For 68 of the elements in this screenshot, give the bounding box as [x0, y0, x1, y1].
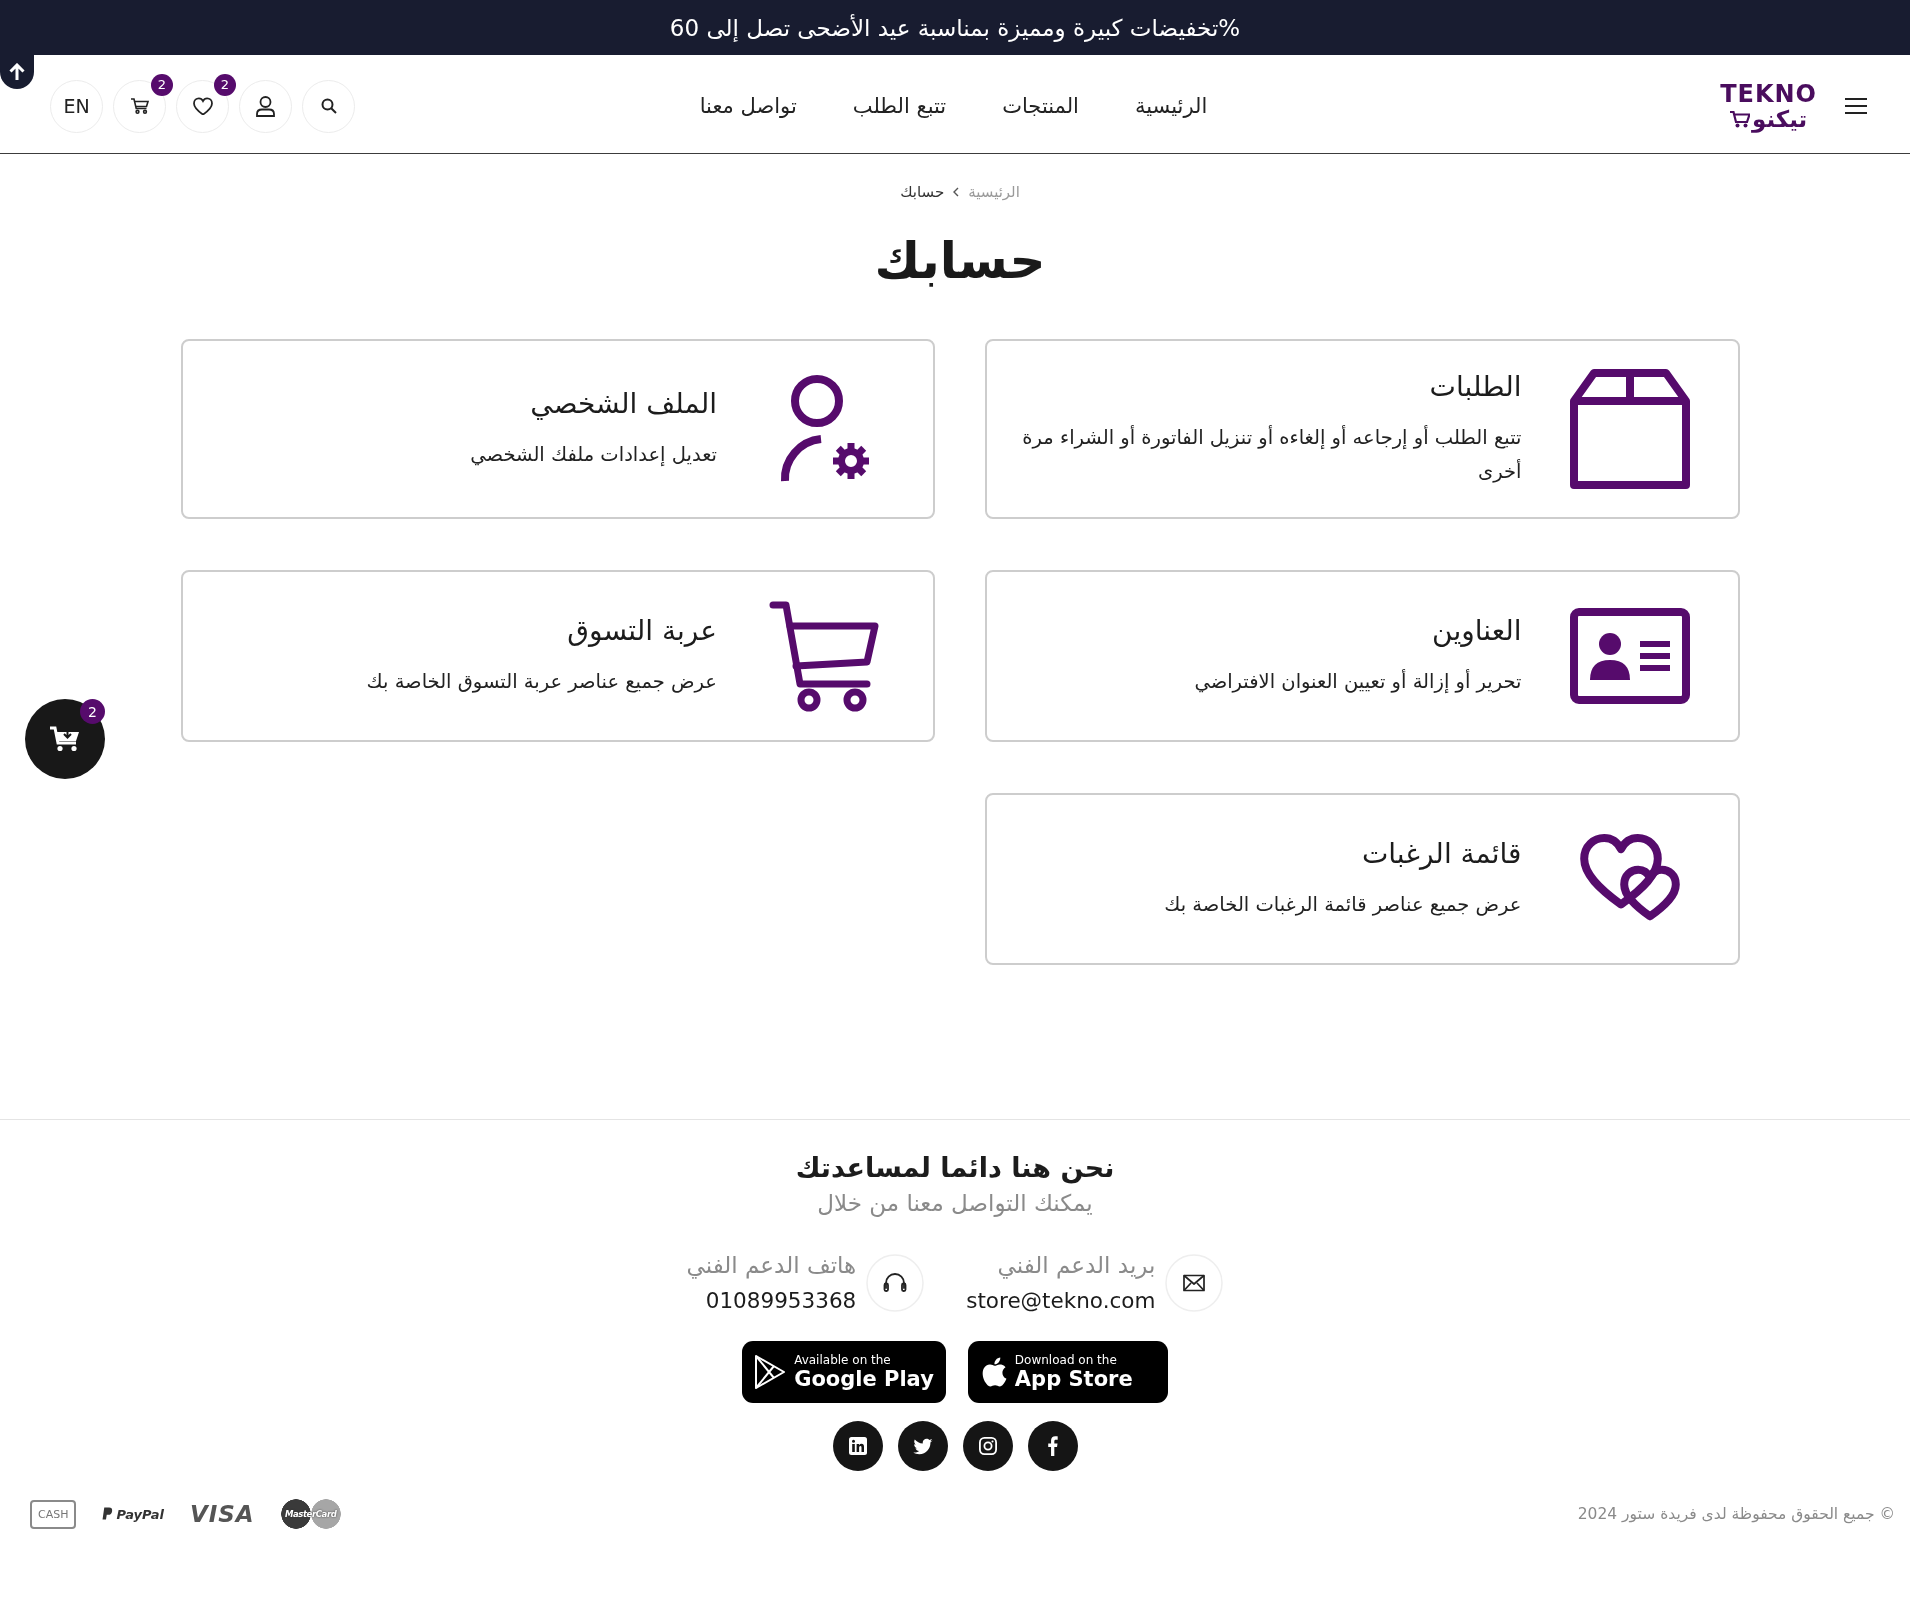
footer-subtitle: يمكنك التواصل معنا من خلال — [817, 1189, 1093, 1218]
social-link[interactable] — [962, 1421, 1013, 1471]
account-card[interactable]: عربة التسوق عرض جميع عناصر عربة التسوق الخاصة بك — [180, 570, 935, 742]
card-title: عربة التسوق — [566, 613, 717, 649]
instagram-icon — [978, 1437, 997, 1455]
social-link[interactable] — [897, 1421, 948, 1471]
card-description: تحرير أو إزالة أو تعيين العنوان الافتراضي — [1193, 668, 1522, 695]
cart-icon — [769, 600, 881, 712]
copyright-text: © جميع الحقوق محفوظة لدى فريدة ستور 2024 — [1577, 1505, 1895, 1523]
cart-icon — [130, 98, 149, 114]
page-title: حسابك — [874, 231, 1046, 292]
contact-label: هاتف الدعم الفني — [686, 1251, 857, 1281]
paypal-mark-icon — [102, 1507, 114, 1521]
card-description: عرض جميع عناصر قائمة الرغبات الخاصة بك — [1163, 892, 1522, 918]
nav-link[interactable]: المنتجات — [1002, 94, 1079, 118]
account-card[interactable]: الطلبات تتبع الطلب أو إرجاعه أو إلغاءه أو تنزيل الفاتورة أو الشراء مرة أخرى — [985, 339, 1740, 519]
chevron-icon — [953, 187, 960, 197]
paypal-logo: PayPal — [116, 1506, 164, 1522]
menu-button[interactable] — [1845, 98, 1867, 114]
play-triangle-icon — [754, 1354, 787, 1390]
linkedin-icon — [848, 1437, 867, 1455]
headphones-icon — [866, 1254, 925, 1312]
wishlist-button[interactable] — [176, 79, 229, 133]
social-link[interactable] — [1027, 1421, 1078, 1471]
card-title: قائمة الرغبات — [1360, 836, 1522, 872]
app-store-badge[interactable]: Download on the App Store — [967, 1341, 1168, 1403]
envelope-icon — [1165, 1254, 1224, 1312]
account-card[interactable]: الملف الشخصي تعديل إعدادات ملفك الشخصي — [180, 339, 935, 519]
account-button[interactable] — [239, 79, 292, 133]
visa-logo: VISA — [189, 1501, 255, 1527]
contact-value: 01089953368 — [705, 1287, 857, 1315]
twitter-icon — [912, 1437, 933, 1455]
card-title: العناوين — [1431, 613, 1522, 649]
box-icon — [1569, 369, 1690, 489]
account-card[interactable]: العناوين تحرير أو إزالة أو تعيين العنوان الافتراضي — [985, 570, 1740, 742]
contact-label: بريد الدعم الفني — [997, 1251, 1156, 1281]
id-card-icon — [1569, 608, 1690, 704]
nav-link[interactable]: الرئيسية — [1134, 94, 1208, 118]
card-description: تعديل إعدادات ملفك الشخصي — [469, 442, 717, 468]
cart-icon — [50, 726, 80, 752]
card-description: تتبع الطلب أو إرجاعه أو إلغاءه أو تنزيل الفاتورة أو الشراء مرة أخرى — [1021, 424, 1522, 485]
nav-link[interactable]: تتبع الطلب — [852, 94, 947, 118]
search-icon — [320, 98, 337, 114]
nav-link[interactable]: تواصل معنا — [699, 94, 797, 118]
card-title: الطلبات — [1428, 369, 1522, 405]
scroll-top-button[interactable] — [0, 55, 34, 89]
footer-heading: نحن هنا دائما لمساعدتك — [795, 1151, 1115, 1186]
announcement-text: تخفيضات كبيرة ومميزة بمناسبة عيد الأضحى تصل إلى 60% — [669, 14, 1241, 41]
cash-logo: CASH — [30, 1499, 77, 1529]
count-badge: 2 — [151, 73, 173, 96]
card-title: الملف الشخصي — [529, 386, 717, 422]
google-play-badge[interactable]: Available on the Google Play — [742, 1341, 946, 1403]
card-description: عرض جميع عناصر عربة التسوق الخاصة بك — [365, 669, 717, 695]
menu-icon — [1845, 98, 1867, 114]
count-badge: 2 — [214, 73, 236, 96]
language-button[interactable]: EN — [50, 79, 103, 133]
search-button[interactable] — [302, 79, 355, 133]
facebook-icon — [1047, 1436, 1058, 1456]
account-card[interactable]: قائمة الرغبات عرض جميع عناصر قائمة الرغبات الخاصة بك — [985, 793, 1740, 965]
user-icon — [256, 95, 275, 117]
count-badge: 2 — [80, 699, 105, 724]
arrow-up-icon — [9, 63, 25, 81]
breadcrumb-current: حسابك — [900, 183, 945, 201]
contact-value: store@tekno.com — [966, 1287, 1156, 1315]
cart-icon — [1729, 110, 1750, 128]
social-link[interactable] — [832, 1421, 883, 1471]
heart-icon — [192, 97, 213, 115]
cart-button[interactable] — [113, 79, 166, 133]
